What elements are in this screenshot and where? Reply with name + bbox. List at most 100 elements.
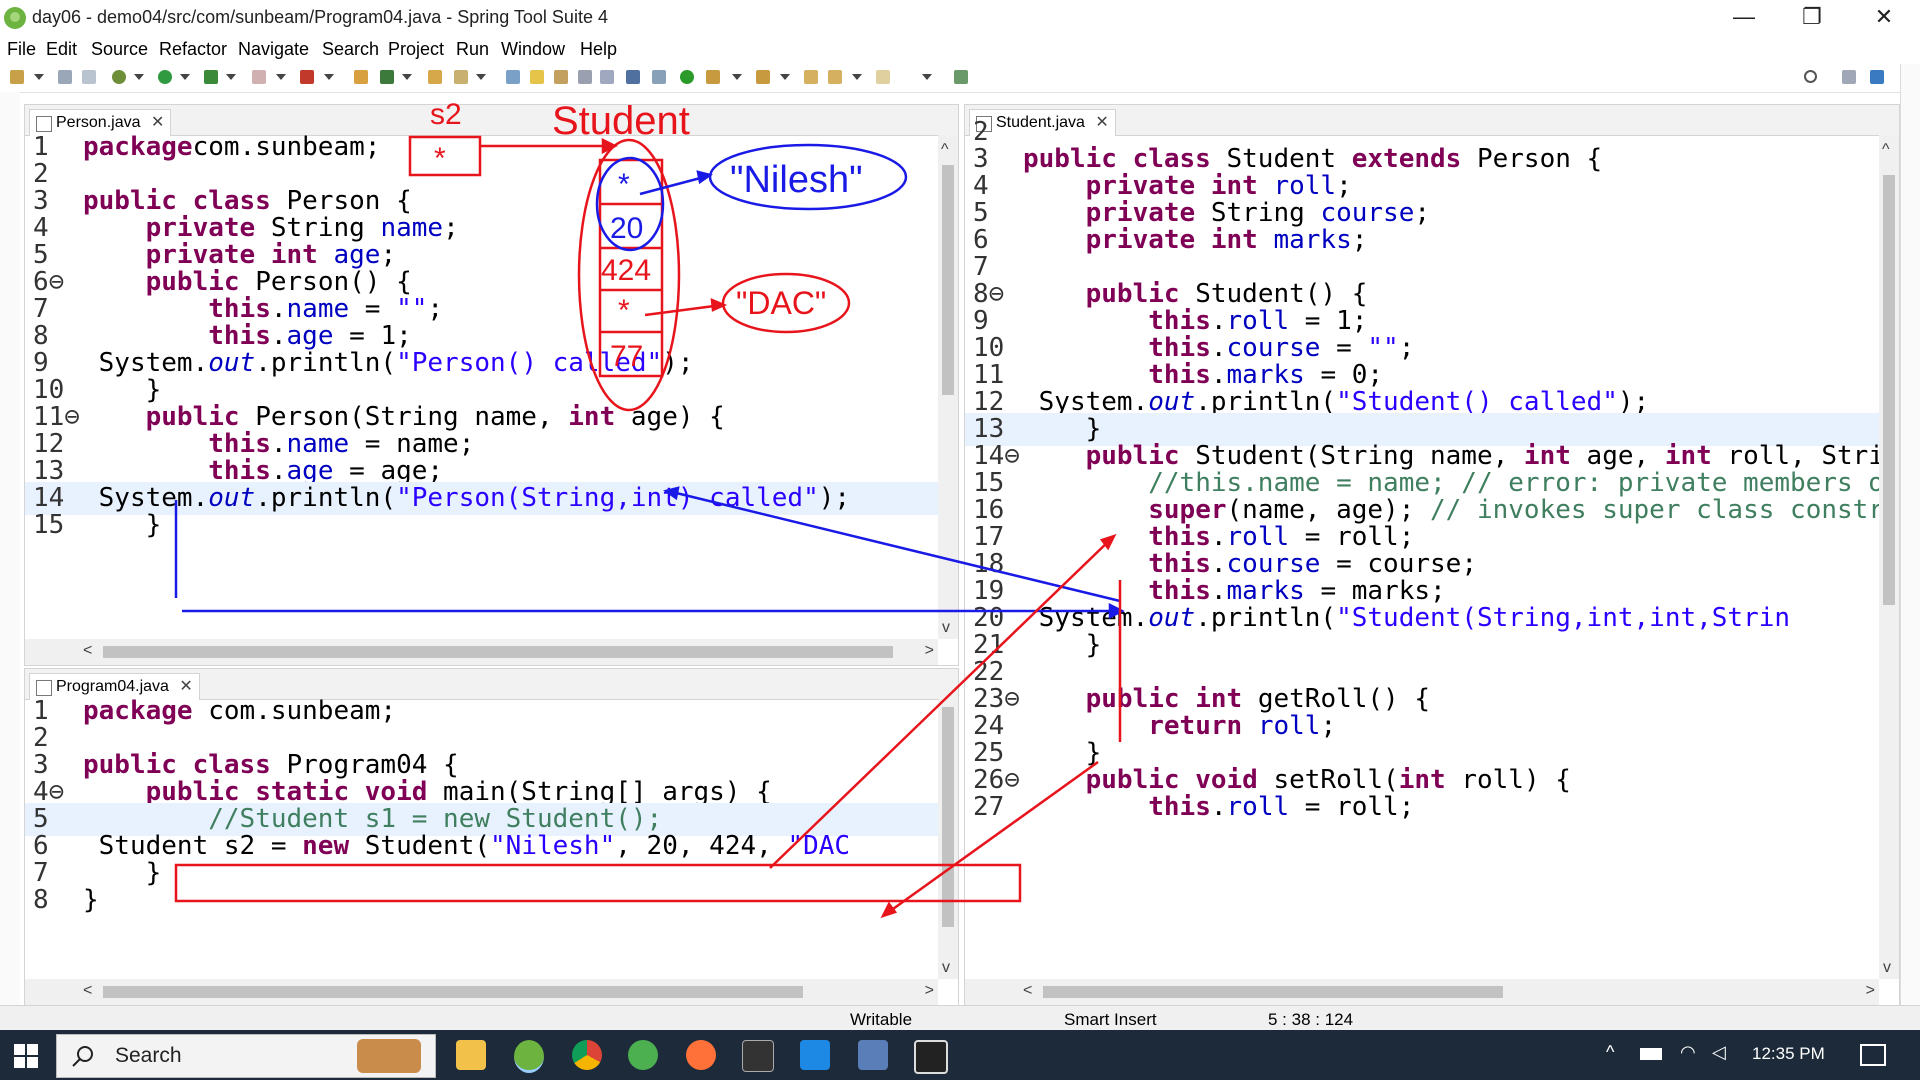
toggle-highlight-icon[interactable] bbox=[530, 70, 544, 84]
vertical-scrollbar[interactable]: ^ v bbox=[938, 135, 958, 639]
close-button[interactable]: ✕ bbox=[1856, 0, 1912, 36]
scroll-right-icon[interactable]: > bbox=[925, 982, 934, 1000]
new-package-icon[interactable] bbox=[354, 70, 368, 84]
taskbar-clock[interactable]: 12:35 PM bbox=[1752, 1044, 1825, 1064]
new-icon[interactable] bbox=[10, 70, 24, 84]
terminal-icon[interactable] bbox=[742, 1040, 774, 1072]
maximize-button[interactable]: ❐ bbox=[1784, 0, 1840, 36]
scroll-right-icon[interactable]: > bbox=[1866, 982, 1875, 1000]
remote-desktop-icon[interactable] bbox=[858, 1040, 888, 1070]
menu-window[interactable]: Window bbox=[501, 39, 565, 60]
scroll-left-icon[interactable]: < bbox=[83, 642, 92, 660]
chevron-down-icon[interactable] bbox=[226, 74, 236, 80]
menu-source[interactable]: Source bbox=[91, 39, 148, 60]
pin-editor-icon[interactable] bbox=[954, 70, 968, 84]
close-icon[interactable]: ✕ bbox=[151, 114, 164, 131]
horizontal-scrollbar[interactable]: < > bbox=[965, 979, 1879, 1005]
scroll-down-icon[interactable]: v bbox=[1883, 959, 1891, 977]
chevron-down-icon[interactable] bbox=[780, 74, 790, 80]
close-icon[interactable]: ✕ bbox=[179, 678, 192, 695]
horizontal-scrollbar[interactable]: < > bbox=[25, 639, 938, 665]
firefox-icon[interactable] bbox=[686, 1040, 716, 1070]
save-all-icon[interactable] bbox=[82, 70, 96, 84]
console-icon[interactable] bbox=[626, 70, 640, 84]
chevron-down-icon[interactable] bbox=[732, 74, 742, 80]
menu-help[interactable]: Help bbox=[580, 39, 617, 60]
menu-edit[interactable]: Edit bbox=[46, 39, 77, 60]
code-area[interactable]: 2 3 public class Student extends Person {4… bbox=[965, 117, 1899, 1005]
toggle-mark-occurrences-icon[interactable] bbox=[506, 70, 520, 84]
chevron-down-icon[interactable] bbox=[324, 74, 334, 80]
run-icon[interactable] bbox=[158, 70, 172, 84]
windows-start-icon[interactable] bbox=[14, 1044, 38, 1068]
scroll-thumb[interactable] bbox=[1883, 175, 1895, 605]
chevron-down-icon[interactable] bbox=[476, 74, 486, 80]
chevron-down-icon[interactable] bbox=[276, 74, 286, 80]
scroll-thumb[interactable] bbox=[942, 165, 954, 395]
search-icon[interactable] bbox=[1804, 70, 1817, 83]
vertical-scrollbar[interactable]: ^ v bbox=[1879, 135, 1899, 979]
scroll-thumb[interactable] bbox=[942, 707, 954, 927]
spring-boot-icon[interactable] bbox=[680, 70, 694, 84]
previous-annotation-icon[interactable] bbox=[756, 70, 770, 84]
vertical-scrollbar[interactable]: v bbox=[938, 699, 958, 979]
vscode-icon[interactable] bbox=[800, 1040, 830, 1070]
scroll-left-icon[interactable]: < bbox=[83, 982, 92, 1000]
code-line[interactable]: 15 } bbox=[25, 509, 958, 542]
menu-navigate[interactable]: Navigate bbox=[238, 39, 309, 60]
forward-icon[interactable] bbox=[876, 70, 890, 84]
code-line[interactable]: 27 this.roll = roll; bbox=[965, 791, 1899, 824]
new-class-icon[interactable] bbox=[380, 70, 394, 84]
scroll-thumb[interactable] bbox=[103, 646, 893, 658]
scroll-down-icon[interactable]: v bbox=[942, 959, 950, 977]
spring-tool-suite-alt-icon[interactable] bbox=[628, 1040, 658, 1070]
coverage-icon[interactable] bbox=[204, 70, 218, 84]
scroll-left-icon[interactable]: < bbox=[1023, 982, 1032, 1000]
scroll-right-icon[interactable]: > bbox=[925, 642, 934, 660]
chevron-down-icon[interactable] bbox=[852, 74, 862, 80]
open-task-icon[interactable] bbox=[454, 70, 468, 84]
chrome-icon[interactable] bbox=[572, 1040, 602, 1070]
chevron-down-icon[interactable] bbox=[180, 74, 190, 80]
menu-refactor[interactable]: Refactor bbox=[159, 39, 227, 60]
taskbar-search-box[interactable]: Search bbox=[56, 1034, 436, 1078]
chevron-down-icon[interactable] bbox=[402, 74, 412, 80]
open-type-icon[interactable] bbox=[428, 70, 442, 84]
debug-icon[interactable] bbox=[112, 70, 126, 84]
menu-search[interactable]: Search bbox=[322, 39, 379, 60]
scroll-thumb[interactable] bbox=[103, 986, 803, 998]
volume-icon[interactable]: ◁ bbox=[1712, 1042, 1726, 1063]
external-tools-icon[interactable] bbox=[300, 70, 314, 84]
chevron-up-icon[interactable]: ^ bbox=[1606, 1042, 1614, 1063]
code-area[interactable]: 1 package com.sunbeam; 2 3 public class Prog… bbox=[25, 696, 958, 1005]
stop-icon[interactable] bbox=[252, 70, 266, 84]
spring-tool-suite-taskbar-icon[interactable] bbox=[514, 1040, 544, 1073]
battery-icon[interactable] bbox=[1640, 1048, 1662, 1060]
scroll-thumb[interactable] bbox=[1043, 986, 1503, 998]
horizontal-scrollbar[interactable]: < > bbox=[25, 979, 938, 1005]
minimize-button[interactable]: — bbox=[1716, 0, 1772, 36]
code-line[interactable]: 8} bbox=[25, 884, 958, 917]
open-perspective-icon[interactable] bbox=[1842, 70, 1856, 84]
next-annotation-icon[interactable] bbox=[706, 70, 720, 84]
scroll-down-icon[interactable]: v bbox=[942, 619, 950, 637]
link-icon[interactable] bbox=[652, 70, 666, 84]
menu-file[interactable]: File bbox=[7, 39, 36, 60]
block-selection-icon[interactable] bbox=[554, 70, 568, 84]
last-edit-icon[interactable] bbox=[804, 70, 818, 84]
word-wrap-icon[interactable] bbox=[578, 70, 592, 84]
menu-run[interactable]: Run bbox=[456, 39, 489, 60]
save-icon[interactable] bbox=[58, 70, 72, 84]
code-area[interactable]: 1 packagecom.sunbeam; 2 3 public class Perso… bbox=[25, 132, 958, 665]
wifi-icon[interactable]: ◠ bbox=[1680, 1042, 1696, 1063]
chevron-down-icon[interactable] bbox=[134, 74, 144, 80]
file-explorer-icon[interactable] bbox=[456, 1040, 486, 1070]
notifications-icon[interactable] bbox=[1860, 1044, 1886, 1066]
scroll-up-icon[interactable]: ^ bbox=[941, 141, 949, 159]
screen-capture-icon[interactable] bbox=[914, 1040, 948, 1074]
chevron-down-icon[interactable] bbox=[922, 74, 932, 80]
menu-project[interactable]: Project bbox=[388, 39, 444, 60]
scroll-up-icon[interactable]: ^ bbox=[1882, 141, 1890, 159]
show-whitespace-icon[interactable] bbox=[600, 70, 614, 84]
chevron-down-icon[interactable] bbox=[34, 74, 44, 80]
